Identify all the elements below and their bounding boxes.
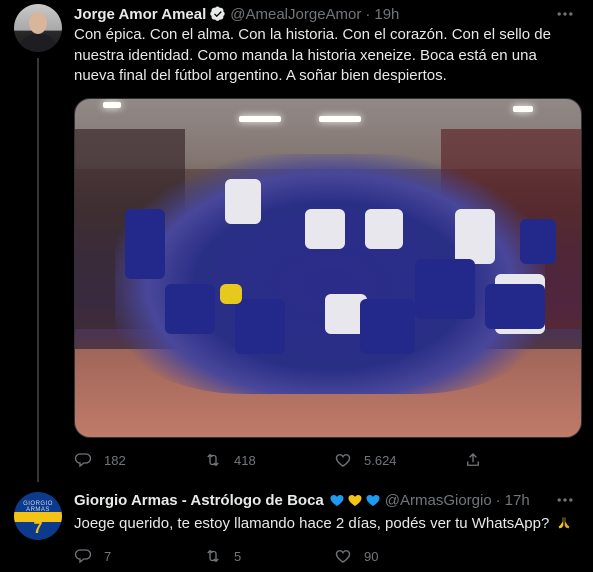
tweet-header: Jorge Amor Ameal @AmealJorgeAmor · 19h <box>74 4 399 24</box>
like-icon <box>335 454 351 467</box>
thread-connector-line <box>37 58 39 482</box>
verified-badge-icon <box>210 6 225 21</box>
separator-dot: · <box>365 5 371 23</box>
like-icon <box>335 550 351 563</box>
like-count: 5.624 <box>364 452 397 468</box>
separator-dot: · <box>495 491 501 509</box>
retweet-button[interactable]: 418 <box>204 450 334 470</box>
share-icon <box>467 453 479 466</box>
reply-count: 182 <box>104 452 126 468</box>
tweet-photo[interactable] <box>74 98 582 438</box>
retweet-icon <box>207 549 219 563</box>
like-button[interactable]: 5.624 <box>334 450 464 470</box>
reply-actions: 7 5 90 <box>74 546 514 566</box>
reply-icon <box>74 549 92 564</box>
reply-count: 7 <box>104 548 112 564</box>
retweet-button[interactable]: 5 <box>204 546 334 566</box>
tweet-actions: 182 418 5.624 <box>74 450 514 470</box>
author-handle[interactable]: @AmealJorgeAmor <box>230 6 361 23</box>
more-icon[interactable] <box>555 490 575 510</box>
heart-icon <box>366 495 380 506</box>
heart-emojis <box>329 492 381 508</box>
retweet-count: 5 <box>234 548 242 564</box>
avatar[interactable] <box>14 4 62 52</box>
avatar-number: 7 <box>33 520 43 537</box>
reply-text-row: Joege querido, te estoy llamando hace 2 … <box>74 514 580 535</box>
tweet-text: Con épica. Con el alma. Con la historia.… <box>74 26 551 84</box>
reply-icon <box>74 453 92 468</box>
like-count: 90 <box>364 548 379 564</box>
more-icon[interactable] <box>555 4 575 24</box>
reply-text: Joege querido, te estoy llamando hace 2 … <box>74 515 550 532</box>
reply-author-handle[interactable]: @ArmasGiorgio <box>385 492 492 509</box>
reply-header: Giorgio Armas - Astrólogo de Boca @Armas… <box>74 490 530 510</box>
heart-icon <box>330 495 344 506</box>
reply-avatar[interactable]: GIORGIO ARMAS 7 <box>14 492 62 540</box>
retweet-icon <box>207 453 219 467</box>
like-button[interactable]: 90 <box>334 546 464 566</box>
reply-button[interactable]: 182 <box>74 450 204 470</box>
pray-hands-icon <box>559 517 570 529</box>
retweet-count: 418 <box>234 452 256 468</box>
reply-author-name[interactable]: Giorgio Armas - Astrólogo de Boca <box>74 492 324 509</box>
timestamp[interactable]: 19h <box>374 6 399 23</box>
reply-button[interactable]: 7 <box>74 546 204 566</box>
share-button[interactable] <box>464 450 494 470</box>
reply-timestamp[interactable]: 17h <box>505 492 530 509</box>
author-name[interactable]: Jorge Amor Ameal <box>74 6 206 23</box>
heart-icon <box>348 495 362 506</box>
